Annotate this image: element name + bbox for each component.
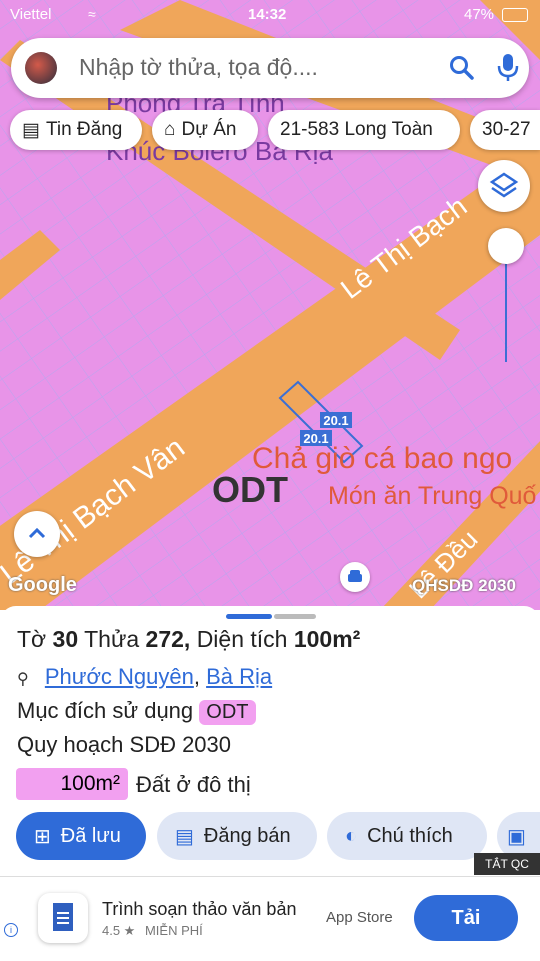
chip-label: Tin Đăng	[45, 119, 123, 140]
layers-icon	[489, 172, 519, 198]
opacity-slider-knob[interactable]	[488, 228, 524, 264]
pager-dot	[274, 614, 316, 619]
list-icon: ▤	[175, 825, 194, 848]
battery-percent: 47%	[464, 6, 495, 23]
area-label: Diện tích	[196, 626, 288, 652]
layers-button[interactable]	[478, 160, 530, 212]
layer-name-label: QHSDĐ 2030	[412, 576, 516, 595]
chip-long-toan[interactable]: 21-583 Long Toàn	[268, 110, 460, 150]
zone-label: ODT	[212, 469, 288, 510]
plan-use: Đất ở đô thị	[136, 772, 251, 797]
chip-30-27[interactable]: 30-27	[470, 110, 540, 150]
purpose-badge: ODT	[199, 700, 256, 725]
restaurant-name[interactable]: Chả giò cá bao ngo	[252, 442, 512, 475]
camera-icon: ▣	[507, 825, 526, 848]
saved-label: Đã lưu	[60, 824, 121, 847]
purpose-row: Mục đích sử dụng ODT	[17, 698, 256, 725]
parcel-label: Thửa	[84, 626, 140, 652]
wifi-icon: ≈	[88, 6, 96, 22]
newspaper-icon: ▤	[22, 119, 40, 141]
legend-button[interactable]: ◐ Chú thích	[327, 812, 487, 860]
clock: 14:32	[248, 6, 287, 23]
pager-dot-active	[226, 614, 272, 619]
status-bar: Viettel ≈ 14:32 47%	[0, 0, 540, 30]
close-ad-button[interactable]: TẮT QC	[474, 853, 540, 875]
post-sale-button[interactable]: ▤ Đăng bán	[157, 812, 317, 860]
ad-store-label: App Store	[326, 909, 393, 926]
app-icon	[38, 893, 88, 943]
carrier-label: Viettel	[10, 6, 52, 23]
legend-label: Chú thích	[367, 824, 453, 847]
restaurant-category: Món ăn Trung Quố	[328, 482, 537, 510]
parcel-title: Tờ 30 Thửa 272, Diện tích 100m²	[17, 626, 360, 653]
battery-icon	[502, 8, 528, 22]
chip-label: 21-583 Long Toàn	[280, 119, 433, 140]
sheet-label: Tờ	[17, 626, 47, 652]
ad-rating: 4.5 ★	[102, 923, 136, 938]
chip-du-an[interactable]: ⌂ Dự Án	[152, 110, 258, 150]
search-icon[interactable]	[449, 55, 475, 81]
post-sale-label: Đăng bán	[203, 824, 291, 847]
ad-price: MIỄN PHÍ	[144, 923, 203, 938]
search-input[interactable]: Nhập tờ thửa, tọa độ....	[79, 54, 318, 81]
chevron-up-icon	[28, 527, 46, 539]
dimension-label-1: 20.1	[323, 413, 348, 428]
avatar[interactable]	[25, 52, 57, 84]
location-row: ⚲ Phước Nguyên, Bà Rịa	[17, 664, 273, 689]
ward-link[interactable]: Phước Nguyên	[45, 664, 194, 689]
directions-button[interactable]	[340, 562, 370, 592]
ad-banner[interactable]: i Trình soạn thảo văn bản 4.5 ★ MIỄN PHÍ…	[0, 876, 540, 961]
purpose-label: Mục đích sử dụng	[17, 698, 194, 723]
search-bar[interactable]: Nhập tờ thửa, tọa độ....	[11, 38, 529, 98]
install-button[interactable]: Tải	[414, 895, 518, 941]
chip-tin-dang[interactable]: ▤ Tin Đăng	[10, 110, 142, 150]
location-pin-icon: ⚲	[17, 671, 29, 688]
expand-button[interactable]	[14, 511, 60, 557]
chip-label: Dự Án	[181, 119, 237, 140]
microphone-icon[interactable]	[497, 52, 519, 82]
city-link[interactable]: Bà Rịa	[206, 664, 272, 689]
contrast-icon: ◐	[345, 824, 358, 847]
ad-app-title: Trình soạn thảo văn bản	[102, 899, 297, 919]
bookmark-plus-icon: ⊞	[34, 825, 51, 848]
area-value: 100m²	[293, 626, 361, 652]
plan-label: Quy hoạch SDĐ 2030	[17, 732, 232, 757]
plan-area-swatch: 100m²	[16, 768, 128, 800]
info-icon[interactable]: i	[4, 923, 18, 937]
saved-button[interactable]: ⊞ Đã lưu	[16, 812, 146, 860]
chip-label: 30-27	[482, 119, 531, 140]
document-icon	[53, 903, 73, 931]
parcel-info-sheet[interactable]: Tờ 30 Thửa 272, Diện tích 100m² ⚲ Phước …	[0, 606, 540, 876]
building-icon: ⌂	[164, 119, 176, 140]
parcel-number: 272,	[145, 626, 191, 652]
ad-app-meta: 4.5 ★ MIỄN PHÍ	[102, 923, 203, 939]
google-logo: Google	[8, 574, 77, 596]
sheet-number: 30	[52, 626, 79, 652]
car-icon	[348, 570, 362, 582]
